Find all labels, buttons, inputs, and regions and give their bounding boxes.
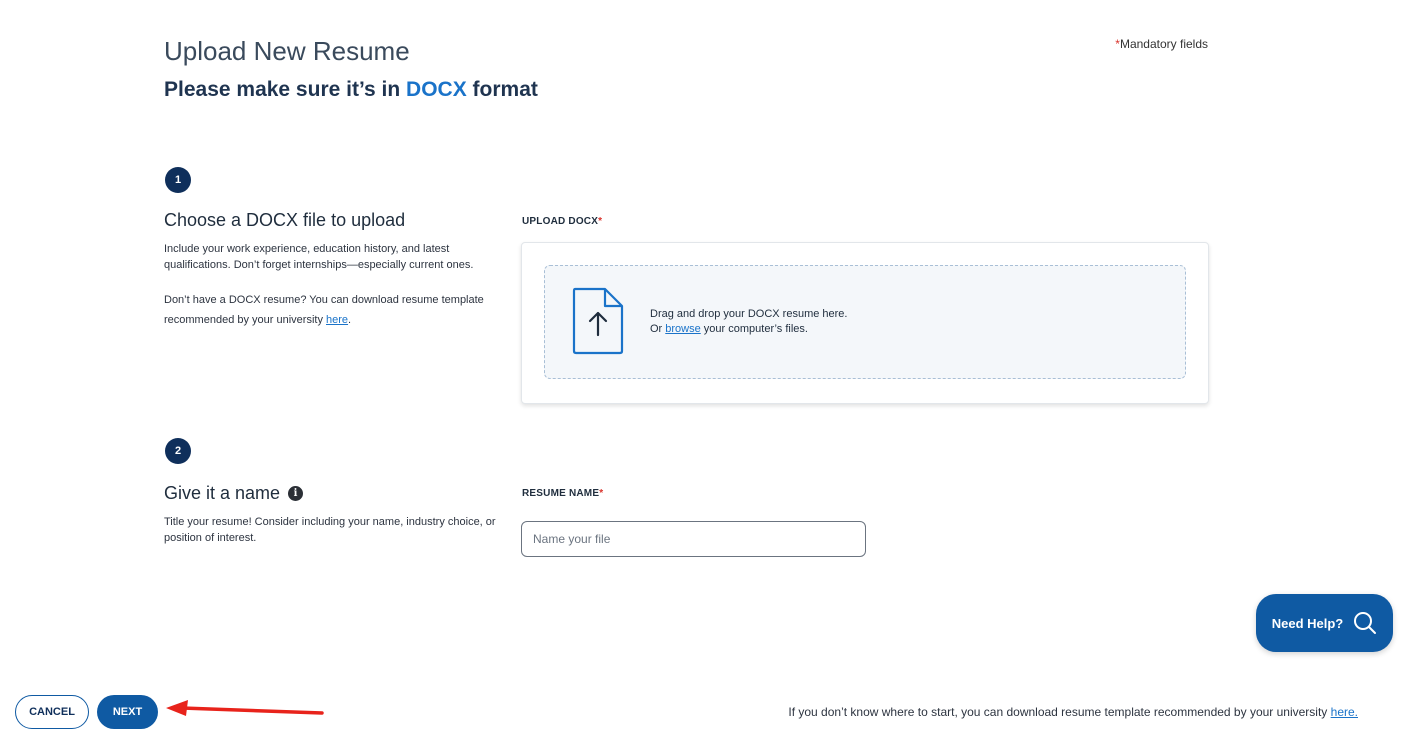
template-note-text: Don’t have a DOCX resume? You can downlo…: [164, 294, 484, 326]
resume-name-input[interactable]: [521, 521, 866, 557]
file-upload-icon: [572, 287, 624, 355]
page-subtitle: Please make sure it’s in DOCX format: [164, 78, 538, 102]
step-2-title: Give it a name i: [164, 483, 304, 504]
resume-name-label: RESUME NAME*: [522, 488, 603, 499]
mandatory-text: Mandatory fields: [1119, 37, 1208, 51]
resume-name-label-text: RESUME NAME: [522, 488, 600, 499]
search-icon: [1354, 612, 1377, 634]
dropzone-instructions: Drag and drop your DOCX resume here. Or …: [650, 307, 847, 337]
upload-card: Drag and drop your DOCX resume here. Or …: [521, 242, 1209, 404]
step-1-title-text: Choose a DOCX file to upload: [164, 210, 406, 230]
step-1-template-note: Don’t have a DOCX resume? You can downlo…: [164, 290, 499, 330]
template-download-link[interactable]: here: [326, 314, 348, 326]
dropzone-or-text: Or: [650, 323, 666, 335]
template-note-suffix: .: [348, 314, 352, 326]
upload-resume-page: Upload New Resume Please make sure it’s …: [0, 0, 1408, 748]
dropzone-line-2: Or browse your computer’s files.: [650, 322, 847, 337]
subtitle-suffix: format: [466, 78, 538, 101]
browse-link[interactable]: browse: [665, 323, 700, 335]
need-help-label: Need Help?: [1271, 615, 1344, 631]
subtitle-accent: DOCX: [406, 78, 467, 101]
footer-template-link[interactable]: here.: [1331, 705, 1358, 719]
footer-note-text: If you don’t know where to start, you ca…: [788, 705, 1331, 719]
info-icon[interactable]: i: [288, 486, 304, 501]
cancel-button[interactable]: CANCEL: [15, 695, 89, 729]
next-button[interactable]: NEXT: [97, 695, 158, 729]
annotation-arrow-icon: [166, 700, 324, 716]
need-help-button[interactable]: Need Help?: [1256, 594, 1393, 652]
step-1-title: Choose a DOCX file to upload: [164, 210, 405, 231]
page-title: Upload New Resume: [164, 36, 410, 66]
step-2-description: Title your resume! Consider including yo…: [164, 516, 496, 544]
step-1-badge: 1: [165, 167, 191, 193]
upload-docx-label: UPLOAD DOCX*: [522, 216, 602, 227]
step-2-title-text: Give it a name: [164, 483, 281, 503]
mandatory-fields-note: *Mandatory fields: [1115, 37, 1208, 51]
step-1-description: Include your work experience, education …: [164, 243, 474, 271]
upload-docx-label-text: UPLOAD DOCX: [522, 216, 599, 227]
required-asterisk: *: [598, 216, 603, 227]
footer-template-note: If you don’t know where to start, you ca…: [788, 705, 1358, 719]
dropzone-line-1: Drag and drop your DOCX resume here.: [650, 308, 848, 320]
file-dropzone[interactable]: Drag and drop your DOCX resume here. Or …: [544, 265, 1186, 379]
required-asterisk: *: [599, 488, 604, 499]
step-2-badge: 2: [165, 438, 191, 464]
dropzone-files-text: your computer’s files.: [700, 323, 808, 335]
subtitle-prefix: Please make sure it’s in: [164, 78, 407, 101]
